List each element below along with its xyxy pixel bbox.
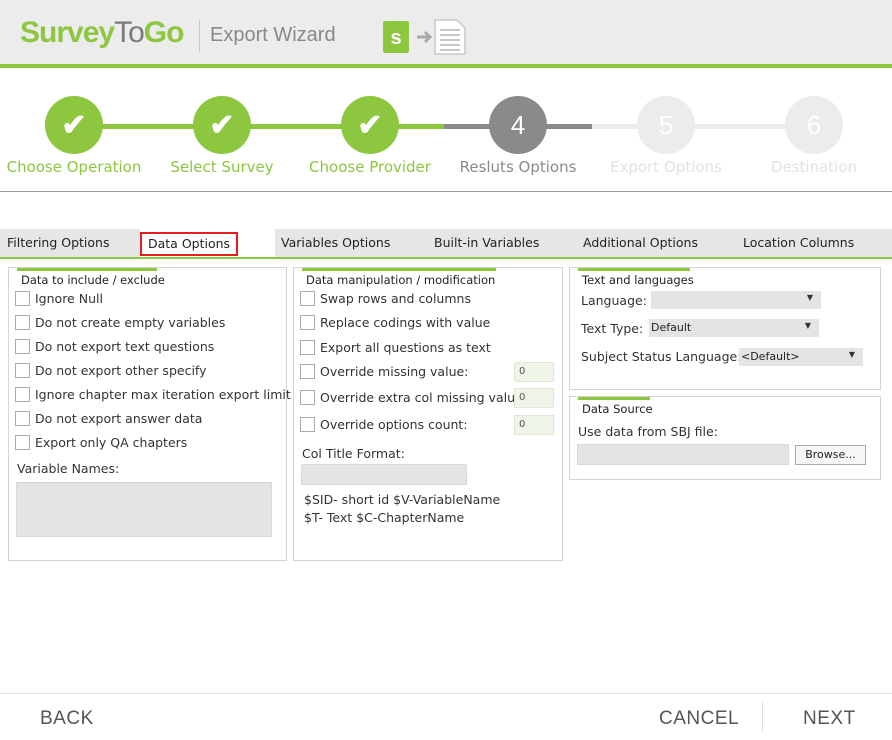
ignore-chapter-limit-checkbox[interactable]: Ignore chapter max iteration export limi… (15, 387, 291, 402)
panel-title: Data manipulation / modification (302, 268, 496, 287)
app-header: SurveyToGo Export Wizard s (0, 0, 892, 68)
tab-filtering-options[interactable]: Filtering Options (7, 229, 110, 257)
checkbox-box[interactable] (15, 387, 30, 402)
format-hint-line2: $T- Text $C-ChapterName (304, 510, 465, 525)
panel-title: Data to include / exclude (17, 268, 165, 287)
step-check-icon: ✔ (341, 96, 399, 154)
override-missing-value-input[interactable]: 0 (514, 362, 554, 382)
page-title: Export Wizard (210, 24, 336, 46)
only-qa-chapters-checkbox[interactable]: Export only QA chapters (15, 435, 187, 450)
step-export-options: 5 Export Options (592, 96, 740, 176)
use-data-label: Use data from SBJ file: (578, 424, 718, 439)
override-options-count-checkbox[interactable]: Override options count: (300, 417, 468, 432)
step-label: Resluts Options (459, 158, 577, 176)
step-choose-operation: ✔ Choose Operation (0, 96, 148, 176)
app-logo: SurveyToGo (20, 16, 184, 49)
col-title-format-label: Col Title Format: (302, 446, 405, 461)
footer-divider (762, 702, 763, 732)
tab-variables-options[interactable]: Variables Options (281, 229, 390, 257)
subject-status-dropdown[interactable]: <Default> ▼ (739, 348, 863, 366)
no-answer-data-checkbox[interactable]: Do not export answer data (15, 411, 202, 426)
tab-additional-options[interactable]: Additional Options (583, 229, 698, 257)
chevron-down-icon: ▼ (848, 350, 855, 359)
step-label: Choose Operation (6, 158, 142, 176)
include-exclude-panel: Data to include / exclude Ignore Null Do… (8, 267, 291, 561)
export-icon: s (383, 19, 466, 55)
step-destination: 6 Destination (740, 96, 888, 176)
step-check-icon: ✔ (45, 96, 103, 154)
back-button[interactable]: BACK (40, 708, 94, 730)
text-type-label: Text Type: (581, 321, 644, 336)
wizard-footer: BACK CANCEL NEXT (0, 693, 892, 740)
checkbox-box[interactable] (300, 390, 315, 405)
variable-names-field[interactable] (16, 482, 272, 537)
checkbox-box[interactable] (300, 417, 315, 432)
sbj-file-path-input[interactable] (577, 444, 789, 465)
override-extra-col-value-input[interactable]: 0 (514, 388, 554, 408)
tab-data-options[interactable]: Data Options (140, 229, 275, 257)
step-choose-provider: ✔ Choose Provider (296, 96, 444, 176)
wizard-stepper: ✔ Choose Operation ✔ Select Survey ✔ Cho… (0, 72, 892, 192)
text-languages-panel: Text and languages Language: ▼ Text Type… (569, 267, 881, 390)
chevron-down-icon: ▼ (804, 321, 811, 330)
no-empty-variables-checkbox[interactable]: Do not create empty variables (15, 315, 225, 330)
svg-text:s: s (390, 27, 401, 49)
checkbox-box[interactable] (15, 435, 30, 450)
panel-title: Text and languages (578, 268, 694, 287)
variable-names-label: Variable Names: (17, 461, 120, 476)
no-other-specify-checkbox[interactable]: Do not export other specify (15, 363, 207, 378)
step-label: Choose Provider (309, 158, 431, 176)
checkbox-box[interactable] (15, 315, 30, 330)
checkbox-box[interactable] (300, 340, 315, 355)
step-label: Select Survey (170, 158, 274, 176)
checkbox-box[interactable] (15, 339, 30, 354)
cancel-button[interactable]: CANCEL (659, 708, 739, 730)
step-number: 4 (489, 96, 547, 154)
step-number: 6 (785, 96, 843, 154)
checkbox-box[interactable] (15, 411, 30, 426)
language-label: Language: (581, 293, 647, 308)
tab-built-in-variables[interactable]: Built-in Variables (434, 229, 539, 257)
col-title-format-input[interactable] (301, 464, 467, 485)
next-button[interactable]: NEXT (803, 708, 856, 730)
checkbox-box[interactable] (15, 363, 30, 378)
language-dropdown[interactable]: ▼ (651, 291, 821, 309)
chevron-down-icon: ▼ (806, 293, 813, 302)
data-manipulation-panel: Data manipulation / modification Swap ro… (293, 267, 563, 561)
header-divider (199, 20, 200, 52)
export-as-text-checkbox[interactable]: Export all questions as text (300, 340, 491, 355)
format-hint-line1: $SID- short id $V-VariableName (304, 492, 501, 507)
text-type-dropdown[interactable]: Default ▼ (649, 319, 819, 337)
data-source-panel: Data Source Use data from SBJ file: Brow… (569, 396, 881, 480)
browse-button[interactable]: Browse... (795, 445, 866, 465)
checkbox-box[interactable] (15, 291, 30, 306)
step-check-icon: ✔ (193, 96, 251, 154)
step-label: Destination (770, 158, 858, 176)
checkbox-box[interactable] (300, 364, 315, 379)
checkbox-box[interactable] (300, 291, 315, 306)
options-tab-bar: Filtering Options Data Options Variables… (0, 229, 892, 259)
checkbox-box[interactable] (300, 315, 315, 330)
replace-codings-checkbox[interactable]: Replace codings with value (300, 315, 490, 330)
swap-rows-columns-checkbox[interactable]: Swap rows and columns (300, 291, 471, 306)
tab-location-columns[interactable]: Location Columns (743, 229, 854, 257)
panel-title: Data Source (578, 397, 653, 416)
step-number: 5 (637, 96, 695, 154)
step-results-options: 4 Resluts Options (444, 96, 592, 176)
override-extra-col-checkbox[interactable]: Override extra col missing value: (300, 390, 527, 405)
override-options-count-value-input[interactable]: 0 (514, 415, 554, 435)
step-select-survey: ✔ Select Survey (148, 96, 296, 176)
ignore-null-checkbox[interactable]: Ignore Null (15, 291, 103, 306)
no-text-questions-checkbox[interactable]: Do not export text questions (15, 339, 214, 354)
subject-status-label: Subject Status Language: (581, 349, 742, 364)
override-missing-checkbox[interactable]: Override missing value: (300, 364, 468, 379)
step-label: Export Options (610, 158, 722, 176)
